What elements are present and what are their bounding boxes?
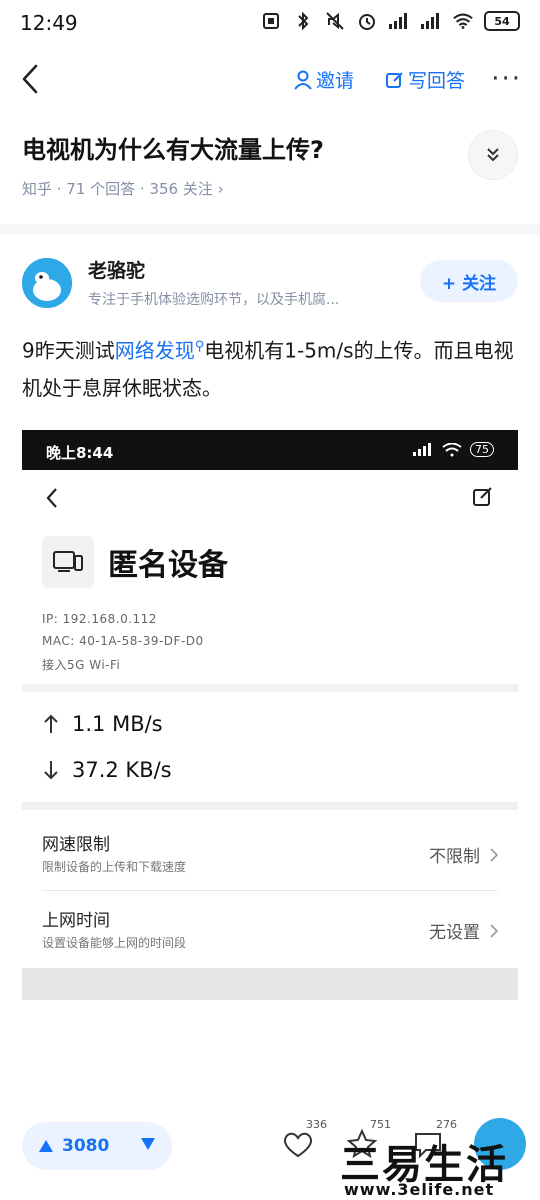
vote-control[interactable]: 3080 — [22, 1122, 172, 1170]
setting-value: 无设置 — [429, 918, 498, 943]
watermark: 三易生活 www.3elife.net — [340, 1132, 540, 1200]
upload-speed-row: 1.1 MB/s — [42, 712, 163, 736]
download-speed: 37.2 KB/s — [72, 758, 172, 782]
upvote-button[interactable]: 3080 — [38, 1136, 109, 1156]
bluetooth-icon — [292, 10, 314, 32]
signal-2-icon — [420, 10, 442, 32]
chevron-right-icon — [490, 847, 498, 862]
like-button[interactable] — [280, 1126, 316, 1162]
status-icons: 54 — [260, 10, 520, 32]
write-answer-label: 写回答 — [408, 70, 466, 92]
invite-label: 邀请 — [316, 70, 355, 92]
question-meta[interactable]: 知乎 · 71 个回答 · 356 关注 › — [22, 178, 224, 199]
heart-icon — [283, 1132, 313, 1158]
battery-indicator: 54 — [484, 11, 520, 31]
setting-subtitle: 设置设备能够上网的时间段 — [42, 936, 187, 950]
person-icon — [294, 70, 312, 90]
write-answer-button[interactable]: 写回答 — [386, 66, 465, 93]
more-button[interactable]: ··· — [491, 64, 522, 94]
setting-title: 上网时间 — [42, 911, 110, 931]
image-divider-2 — [22, 802, 518, 810]
image-divider — [22, 684, 518, 692]
like-count: 336 — [306, 1118, 327, 1131]
watermark-url: www.3elife.net — [344, 1180, 495, 1199]
setting-value: 不限制 — [429, 842, 498, 867]
device-name: 匿名设备 — [108, 548, 228, 583]
author-name[interactable]: 老骆驼 — [88, 256, 145, 283]
setting-value-text: 无设置 — [429, 923, 480, 943]
mute-icon — [324, 10, 346, 32]
signal-icon — [413, 442, 431, 456]
device-connection: 接入5G Wi-Fi — [42, 658, 121, 672]
invite-button[interactable]: 邀请 — [294, 66, 354, 93]
wifi-icon — [452, 10, 474, 32]
arrow-down-icon — [44, 761, 58, 780]
author-avatar[interactable] — [22, 258, 72, 308]
image-status-bar: 晚上8:44 75 — [22, 430, 518, 470]
comment-count: 276 — [436, 1118, 457, 1131]
nfc-icon — [260, 10, 282, 32]
device-mac: MAC: 40-1A-58-39-DF-D0 — [42, 634, 204, 648]
favorite-count: 751 — [370, 1118, 391, 1131]
image-status-time: 晚上8:44 — [46, 444, 114, 462]
image-edit-icon — [472, 486, 496, 510]
image-battery: 75 — [470, 442, 494, 457]
chevron-double-down-icon — [487, 148, 499, 162]
device-icon — [42, 536, 94, 588]
chevron-right-icon — [490, 923, 498, 938]
search-link[interactable]: 网络发现 — [115, 339, 195, 363]
downvote-icon — [141, 1138, 155, 1150]
download-speed-row: 37.2 KB/s — [42, 758, 172, 782]
nav-bar: 邀请 写回答 ··· — [0, 50, 540, 110]
image-empty-area — [22, 968, 518, 1000]
signal-icon — [388, 10, 410, 32]
wifi-icon — [442, 442, 462, 456]
setting-divider — [42, 890, 498, 891]
setting-title: 网速限制 — [42, 835, 110, 855]
setting-value-text: 不限制 — [429, 847, 480, 867]
downvote-button[interactable] — [140, 1136, 156, 1156]
setting-subtitle: 限制设备的上传和下载速度 — [42, 860, 187, 874]
collapse-button[interactable] — [468, 130, 518, 180]
arrow-up-icon — [44, 714, 58, 733]
search-icon: ⚲ — [194, 339, 205, 354]
question-title[interactable]: 电视机为什么有大流量上传? — [22, 130, 324, 165]
follow-button[interactable]: + 关注 — [420, 260, 518, 302]
vote-count: 3080 — [62, 1136, 110, 1156]
back-icon[interactable] — [18, 62, 48, 98]
status-bar: 12:49 54 — [0, 0, 540, 46]
section-divider — [0, 224, 540, 234]
status-time: 12:49 — [20, 11, 78, 35]
answer-text-prefix: 9昨天测试 — [22, 338, 115, 363]
image-back-icon — [44, 486, 64, 512]
edit-icon — [386, 71, 403, 88]
upload-speed: 1.1 MB/s — [72, 712, 163, 736]
answer-image[interactable]: 晚上8:44 75 匿名设备 IP: 192.168.0.112 MAC: 40… — [22, 430, 518, 1000]
alarm-icon — [356, 10, 378, 32]
device-ip: IP: 192.168.0.112 — [42, 612, 157, 626]
author-bio: 专注于手机体验选购环节，以及手机腐... — [88, 292, 340, 308]
answer-text: 9昨天测试网络发现⚲电视机有1-5m/s的上传。而且电视机处于息屏休眠状态。 — [22, 328, 522, 407]
upvote-icon — [39, 1140, 53, 1152]
image-status-icons: 75 — [412, 442, 494, 457]
